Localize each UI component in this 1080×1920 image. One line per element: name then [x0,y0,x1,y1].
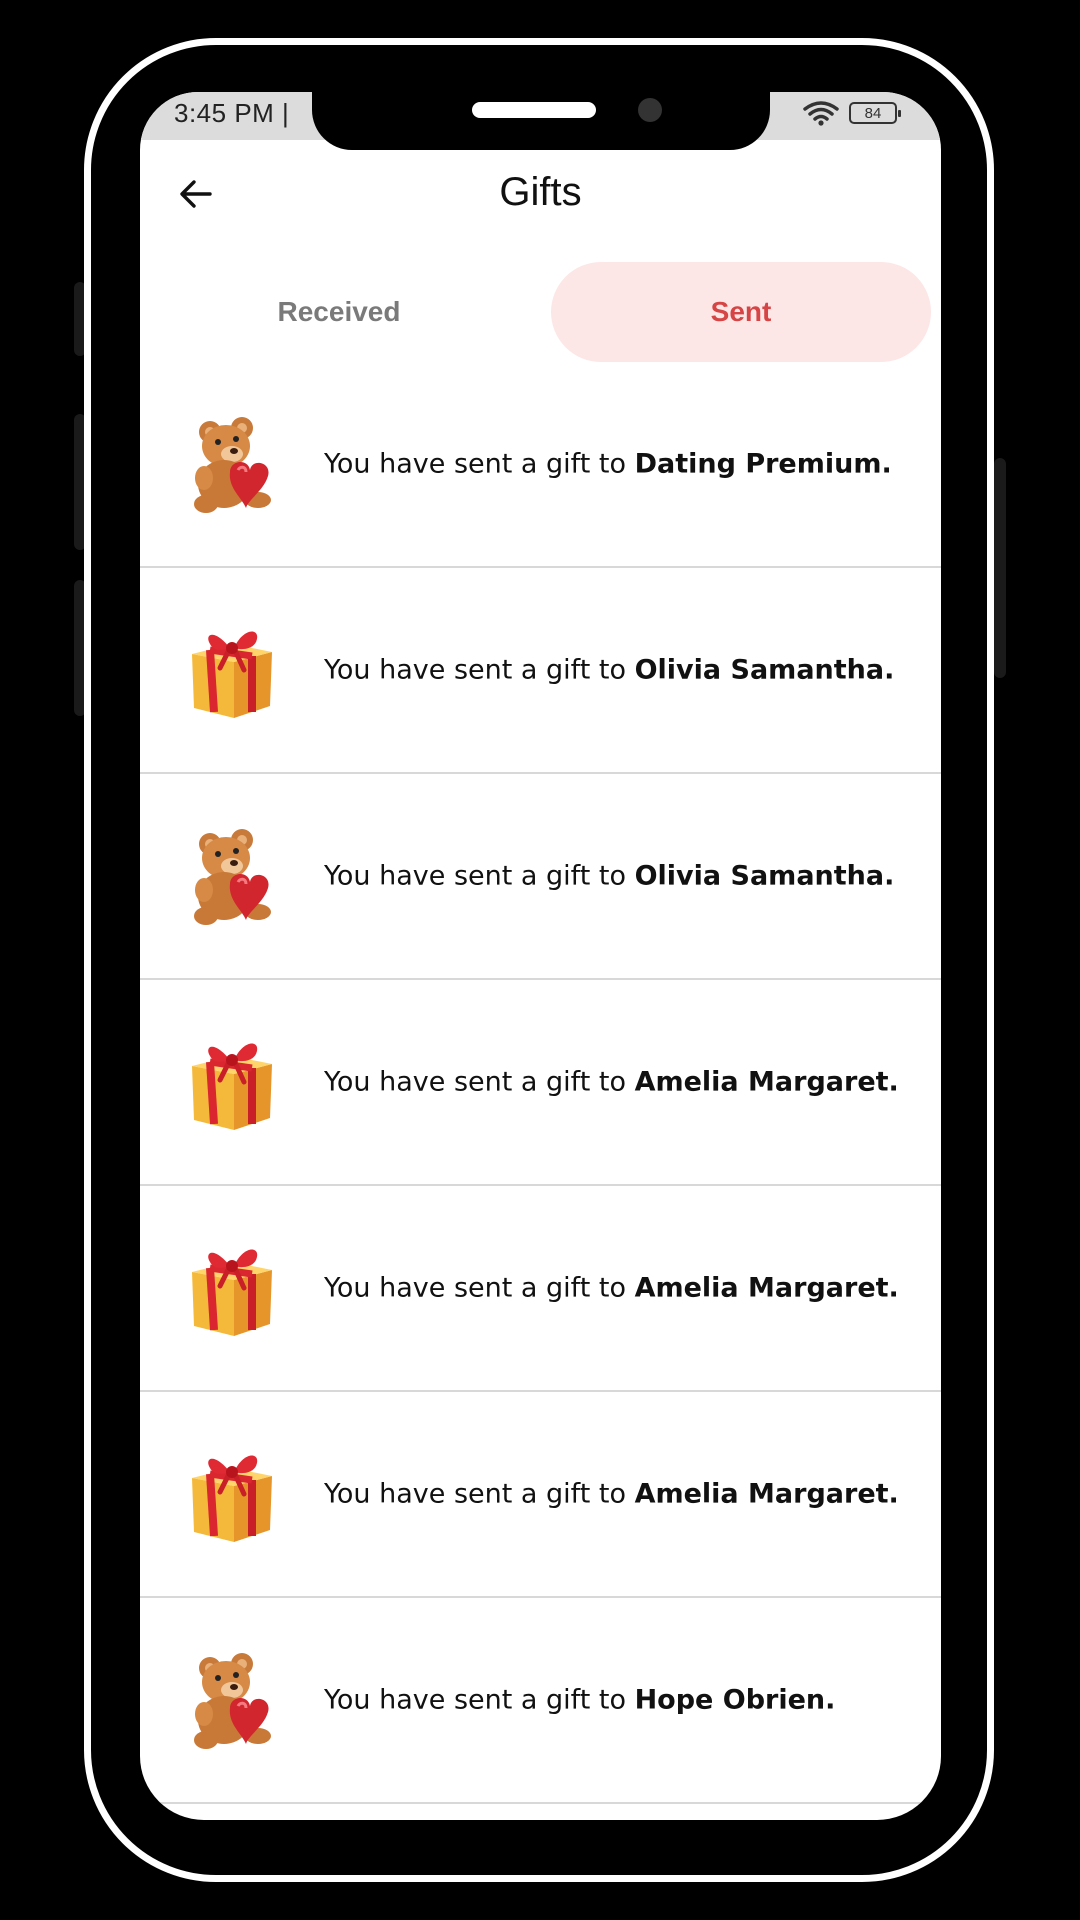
gift-box-icon [192,1043,272,1130]
list-item[interactable]: You have sent a gift to Amelia Margaret. [140,1392,941,1598]
gift-message-prefix: You have sent a gift to [324,1684,635,1716]
gift-message-prefix: You have sent a gift to [324,1272,635,1304]
status-icons: 84 [803,100,901,126]
wifi-icon [803,101,839,126]
gift-message: You have sent a gift to Dating Premium. [324,449,892,480]
list-item[interactable]: You have sent a gift to Dating Premium. [140,362,941,568]
list-item[interactable]: You have sent a gift to Olivia Samantha. [140,568,941,774]
tab-bar: Received Sent [140,262,941,362]
list-item[interactable]: You have sent a gift to Olivia Samantha. [140,774,941,980]
gift-message-prefix: You have sent a gift to [324,1478,635,1510]
teddy-bear-heart-icon [194,829,271,925]
gift-recipient: Olivia Samantha. [634,654,895,686]
teddy-bear-heart-icon [194,417,271,513]
gift-message: You have sent a gift to Amelia Margaret. [324,1479,899,1510]
list-item[interactable]: You have sent a gift to Amelia Margaret. [140,980,941,1186]
app-header: Gifts [140,140,941,256]
gift-message: You have sent a gift to Olivia Samantha. [324,655,894,686]
gift-recipient: Amelia Margaret. [634,1066,899,1098]
status-bar: 3:45 PM | 84 [140,92,941,150]
speaker-grille [472,102,596,118]
gift-message-prefix: You have sent a gift to [324,448,635,480]
tab-received[interactable]: Received [144,262,534,362]
gift-message-prefix: You have sent a gift to [324,1066,635,1098]
gift-box-icon [192,1455,272,1542]
gift-recipient: Olivia Samantha. [634,860,895,892]
gift-list: You have sent a gift to Dating Premium. … [140,362,941,1804]
gift-message: You have sent a gift to Amelia Margaret. [324,1067,899,1098]
list-item[interactable]: You have sent a gift to Hope Obrien. [140,1598,941,1804]
gift-recipient: Amelia Margaret. [634,1272,899,1304]
gift-message-prefix: You have sent a gift to [324,654,635,686]
gift-recipient: Amelia Margaret. [634,1478,899,1510]
front-camera [638,98,662,122]
list-item[interactable]: You have sent a gift to Amelia Margaret. [140,1186,941,1392]
app-screen: 3:45 PM | 84 Gifts Received Sent You hav… [140,92,941,1820]
tab-sent[interactable]: Sent [551,262,931,362]
gift-box-icon [192,1249,272,1336]
gift-message: You have sent a gift to Olivia Samantha. [324,861,894,892]
battery-icon: 84 [849,102,901,124]
teddy-bear-heart-icon [194,1653,271,1749]
status-time: 3:45 PM | [174,98,290,128]
gift-message-prefix: You have sent a gift to [324,860,635,892]
gift-box-icon [192,631,272,718]
gift-recipient: Dating Premium. [634,448,892,480]
gift-message: You have sent a gift to Hope Obrien. [324,1685,835,1716]
gift-recipient: Hope Obrien. [634,1684,836,1716]
phone-power-button [994,458,1006,678]
gift-message: You have sent a gift to Amelia Margaret. [324,1273,899,1304]
battery-level: 84 [864,104,882,122]
page-title: Gifts [499,170,582,214]
